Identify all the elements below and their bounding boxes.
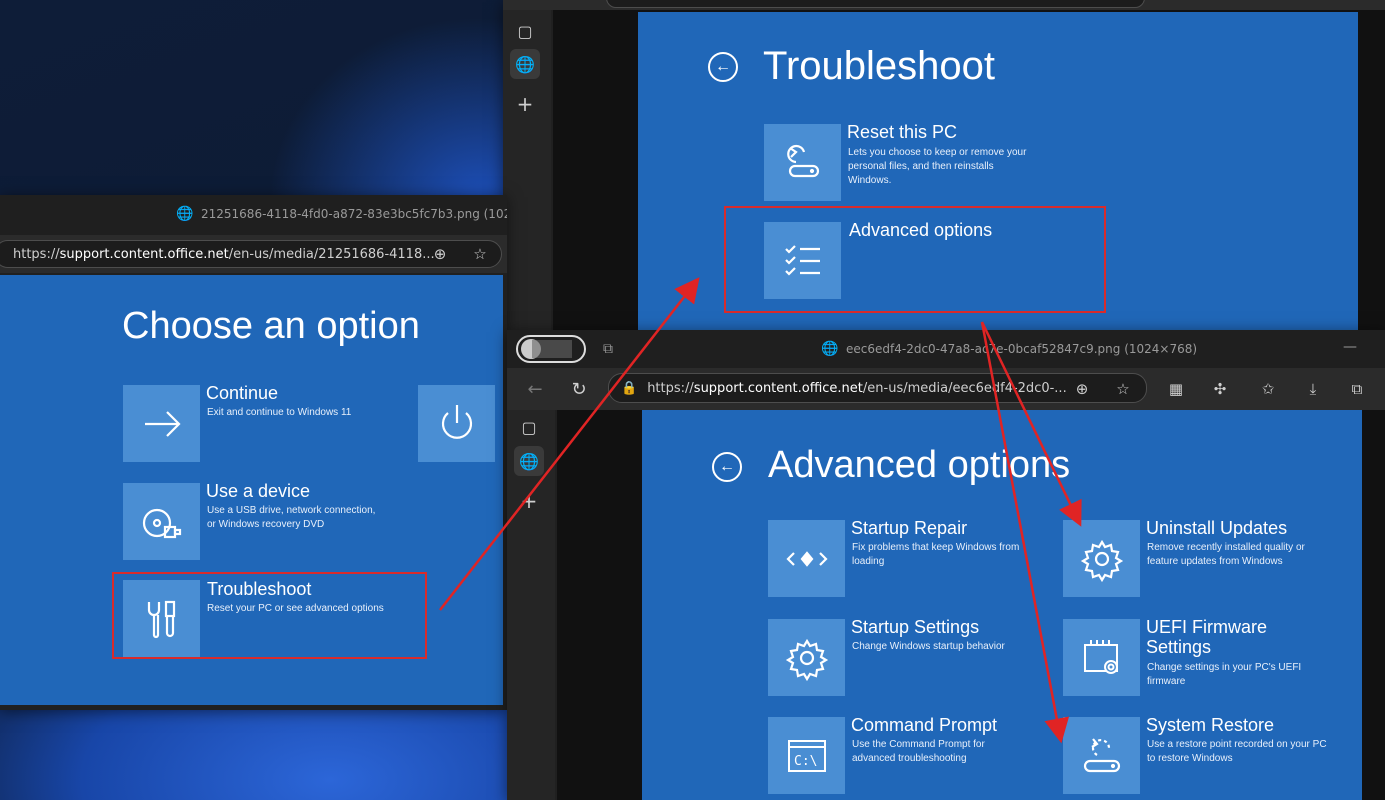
option-desc: Exit and continue to Windows 11: [207, 407, 352, 418]
zoom-icon[interactable]: ⊕: [1071, 378, 1093, 400]
chip-gear-icon[interactable]: [1063, 619, 1140, 696]
downloads-icon[interactable]: ⤓: [1302, 378, 1324, 400]
troubleshoot-screen: ← Troubleshoot Reset this PC Lets you ch…: [638, 12, 1358, 330]
advanced-options-screen: ← Advanced options Startup Repair Fix pr…: [642, 410, 1362, 800]
refresh-icon[interactable]: ↻: [568, 378, 590, 400]
option-desc: Change settings in your PC's UEFI firmwa…: [1147, 662, 1302, 687]
url-path: /en-us/media/21251686-4118...: [228, 246, 435, 262]
favorite-star-icon[interactable]: ☆: [469, 243, 491, 265]
choose-option-screen: Choose an option Continue Exit and conti…: [0, 275, 503, 705]
globe-tab-icon[interactable]: 🌐: [514, 446, 544, 476]
option-desc: Use a USB drive, network connection, or …: [207, 505, 376, 530]
browser-window-troubleshoot: ▢ 🌐 + ← Troubleshoot Reset this PC Lets …: [503, 0, 1385, 330]
vertical-tabs-sidebar: ▢ 🌐 +: [503, 10, 551, 330]
extensions-icon[interactable]: ✣: [1209, 378, 1231, 400]
browser-window-advanced-options: ⧉ 🌐 eec6edf4-2dc0-47a8-ac7e-0bcaf52847c9…: [507, 330, 1385, 800]
system-restore-icon[interactable]: [1063, 717, 1140, 794]
page-title: Troubleshoot: [763, 44, 995, 88]
zoom-icon[interactable]: ⊕: [429, 243, 451, 265]
option-desc: Fix problems that keep Windows from load…: [852, 542, 1020, 567]
image-viewer: ← Advanced options Startup Repair Fix pr…: [557, 410, 1385, 800]
title-bar: ⧉ 🌐 eec6edf4-2dc0-47a8-ac7e-0bcaf52847c9…: [507, 330, 1385, 368]
page-title: Advanced options: [768, 444, 1071, 486]
back-nav-icon[interactable]: ←: [524, 378, 546, 400]
option-title[interactable]: Reset this PC: [847, 122, 957, 142]
url-domain: support.content.office.net: [59, 246, 229, 262]
browser-window-choose-option: 🌐 21251686-4118-4fd0-a872-83e3bc5fc7b3.p…: [0, 195, 507, 710]
page-title: Choose an option: [122, 305, 420, 347]
minimize-icon[interactable]: —: [1343, 339, 1357, 355]
toolbar: [503, 0, 1385, 10]
profile-toggle[interactable]: [516, 335, 586, 363]
option-desc: Remove recently installed quality or fea…: [1147, 542, 1305, 567]
option-title[interactable]: Continue: [206, 383, 278, 403]
favorite-star-icon[interactable]: ☆: [1112, 378, 1134, 400]
tab-title: eec6edf4-2dc0-47a8-ac7e-0bcaf52847c9.png…: [846, 342, 1198, 356]
back-arrow-icon[interactable]: ←: [708, 52, 738, 82]
address-bar[interactable]: 🔒 https://support.content.office.net/en-…: [608, 373, 1147, 403]
svg-text:C:\: C:\: [794, 754, 817, 769]
option-title[interactable]: Uninstall Updates: [1146, 518, 1287, 538]
option-desc: Lets you choose to keep or remove your p…: [848, 147, 1027, 186]
address-bar[interactable]: https://support.content.office.net/en-us…: [0, 240, 502, 268]
option-title[interactable]: Startup Repair: [851, 518, 967, 538]
workspaces-icon[interactable]: ⧉: [603, 341, 613, 357]
globe-icon: 🌐: [821, 341, 839, 357]
url-domain: support.content.office.net: [693, 380, 863, 396]
option-title[interactable]: UEFI Firmware Settings: [1146, 617, 1296, 657]
globe-icon: 🌐: [176, 206, 194, 222]
title-bar: 🌐 21251686-4118-4fd0-a872-83e3bc5fc7b3.p…: [0, 195, 507, 235]
disc-device-icon[interactable]: [123, 483, 200, 560]
option-title[interactable]: Use a device: [206, 481, 310, 501]
tab-actions-icon[interactable]: ▢: [514, 412, 544, 442]
address-toolbar: ← ↻ 🔒 https://support.content.office.net…: [507, 368, 1385, 410]
arrow-right-icon[interactable]: [123, 385, 200, 462]
gear-icon[interactable]: [1063, 520, 1140, 597]
power-icon[interactable]: [418, 385, 495, 462]
new-tab-icon[interactable]: +: [510, 89, 540, 119]
highlight-box-troubleshoot: [112, 572, 427, 659]
reset-pc-icon[interactable]: [764, 124, 841, 201]
tab-title: 21251686-4118-4fd0-a872-83e3bc5fc7b3.png…: [201, 207, 507, 221]
image-viewer: ← Troubleshoot Reset this PC Lets you ch…: [553, 10, 1385, 330]
option-desc: Change Windows startup behavior: [852, 641, 1005, 652]
startup-repair-icon[interactable]: [768, 520, 845, 597]
option-title[interactable]: System Restore: [1146, 715, 1274, 735]
tab-actions-icon[interactable]: ▢: [510, 16, 540, 46]
url-prefix: https://: [647, 380, 694, 396]
option-title[interactable]: Command Prompt: [851, 715, 997, 735]
option-desc: Use the Command Prompt for advanced trou…: [852, 739, 985, 764]
vertical-tabs-sidebar: ▢ 🌐 +: [507, 410, 555, 800]
globe-tab-icon[interactable]: 🌐: [510, 49, 540, 79]
new-tab-icon[interactable]: +: [514, 486, 544, 516]
collections-icon[interactable]: ⧉: [1346, 378, 1368, 400]
favorites-icon[interactable]: ✩: [1257, 378, 1279, 400]
app-icon[interactable]: ▦: [1165, 378, 1187, 400]
option-title[interactable]: Startup Settings: [851, 617, 979, 637]
back-arrow-icon[interactable]: ←: [712, 452, 742, 482]
lock-icon: 🔒: [621, 380, 638, 396]
highlight-box-advanced-options: [724, 206, 1106, 313]
address-toolbar: https://support.content.office.net/en-us…: [0, 235, 507, 273]
url-prefix: https://: [13, 246, 60, 262]
gear-icon[interactable]: [768, 619, 845, 696]
option-desc: Use a restore point recorded on your PC …: [1147, 739, 1327, 764]
url-path: /en-us/media/eec6edf4-2dc0-...: [862, 380, 1067, 396]
command-prompt-icon[interactable]: C:\: [768, 717, 845, 794]
